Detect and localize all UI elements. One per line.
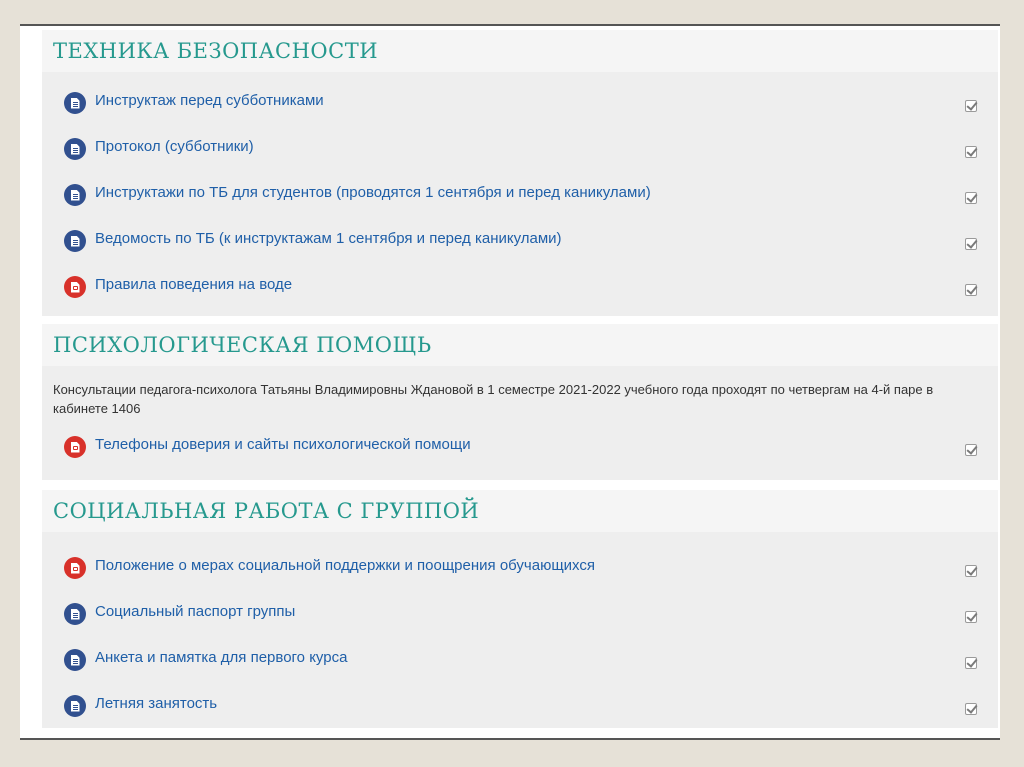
section-social-work: СОЦИАЛЬНАЯ РАБОТА С ГРУППОЙ Положение о … <box>42 490 998 728</box>
completion-checkbox[interactable] <box>965 703 977 715</box>
completion-checkbox[interactable] <box>965 192 977 204</box>
activity-item: Летняя занятость <box>42 683 998 729</box>
word-document-icon <box>64 230 86 252</box>
activity-link[interactable]: Анкета и памятка для первого курса <box>95 649 347 666</box>
activity-link[interactable]: Летняя занятость <box>95 695 217 712</box>
section-psychological-help: ПСИХОЛОГИЧЕСКАЯ ПОМОЩЬ Консультации педа… <box>42 324 998 480</box>
activity-link[interactable]: Инструктажи по ТБ для студентов (проводя… <box>95 184 651 201</box>
completion-checkbox[interactable] <box>965 284 977 296</box>
completion-checkbox[interactable] <box>965 444 977 456</box>
activity-link[interactable]: Протокол (субботники) <box>95 138 254 155</box>
word-document-icon <box>64 649 86 671</box>
completion-checkbox[interactable] <box>965 611 977 623</box>
section-header: СОЦИАЛЬНАЯ РАБОТА С ГРУППОЙ <box>42 490 998 532</box>
word-document-icon <box>64 603 86 625</box>
word-document-icon <box>64 695 86 717</box>
pdf-document-icon <box>64 557 86 579</box>
section-header: ТЕХНИКА БЕЗОПАСНОСТИ <box>42 30 998 72</box>
activity-item: Инструктажи по ТБ для студентов (проводя… <box>42 172 998 218</box>
section-safety: ТЕХНИКА БЕЗОПАСНОСТИ Инструктаж перед су… <box>42 30 998 316</box>
word-document-icon <box>64 184 86 206</box>
activity-link[interactable]: Правила поведения на воде <box>95 276 292 293</box>
activity-link[interactable]: Инструктаж перед субботниками <box>95 92 324 109</box>
slide-frame: ТЕХНИКА БЕЗОПАСНОСТИ Инструктаж перед су… <box>20 24 1000 740</box>
pdf-document-icon <box>64 436 86 458</box>
completion-checkbox[interactable] <box>965 100 977 112</box>
activity-link[interactable]: Телефоны доверия и сайты психологической… <box>95 436 471 453</box>
pdf-document-icon <box>64 276 86 298</box>
activity-link[interactable]: Ведомость по ТБ (к инструктажам 1 сентяб… <box>95 230 562 247</box>
activity-item: Телефоны доверия и сайты психологической… <box>42 424 998 470</box>
completion-checkbox[interactable] <box>965 146 977 158</box>
activity-item: Положение о мерах социальной поддержки и… <box>42 545 998 591</box>
section-title: ПСИХОЛОГИЧЕСКАЯ ПОМОЩЬ <box>53 333 432 357</box>
activity-item: Правила поведения на воде <box>42 264 998 310</box>
activity-link[interactable]: Положение о мерах социальной поддержки и… <box>95 557 595 574</box>
word-document-icon <box>64 92 86 114</box>
section-summary: Консультации педагога-психолога Татьяны … <box>53 382 934 416</box>
activity-item: Ведомость по ТБ (к инструктажам 1 сентяб… <box>42 218 998 264</box>
activity-item: Инструктаж перед субботниками <box>42 80 998 126</box>
completion-checkbox[interactable] <box>965 657 977 669</box>
activity-item: Анкета и памятка для первого курса <box>42 637 998 683</box>
activity-item: Протокол (субботники) <box>42 126 998 172</box>
section-header: ПСИХОЛОГИЧЕСКАЯ ПОМОЩЬ <box>42 324 998 366</box>
completion-checkbox[interactable] <box>965 238 977 250</box>
word-document-icon <box>64 138 86 160</box>
section-title: ТЕХНИКА БЕЗОПАСНОСТИ <box>53 39 379 63</box>
completion-checkbox[interactable] <box>965 565 977 577</box>
activity-link[interactable]: Социальный паспорт группы <box>95 603 295 620</box>
activity-item: Социальный паспорт группы <box>42 591 998 637</box>
section-title: СОЦИАЛЬНАЯ РАБОТА С ГРУППОЙ <box>53 499 480 523</box>
